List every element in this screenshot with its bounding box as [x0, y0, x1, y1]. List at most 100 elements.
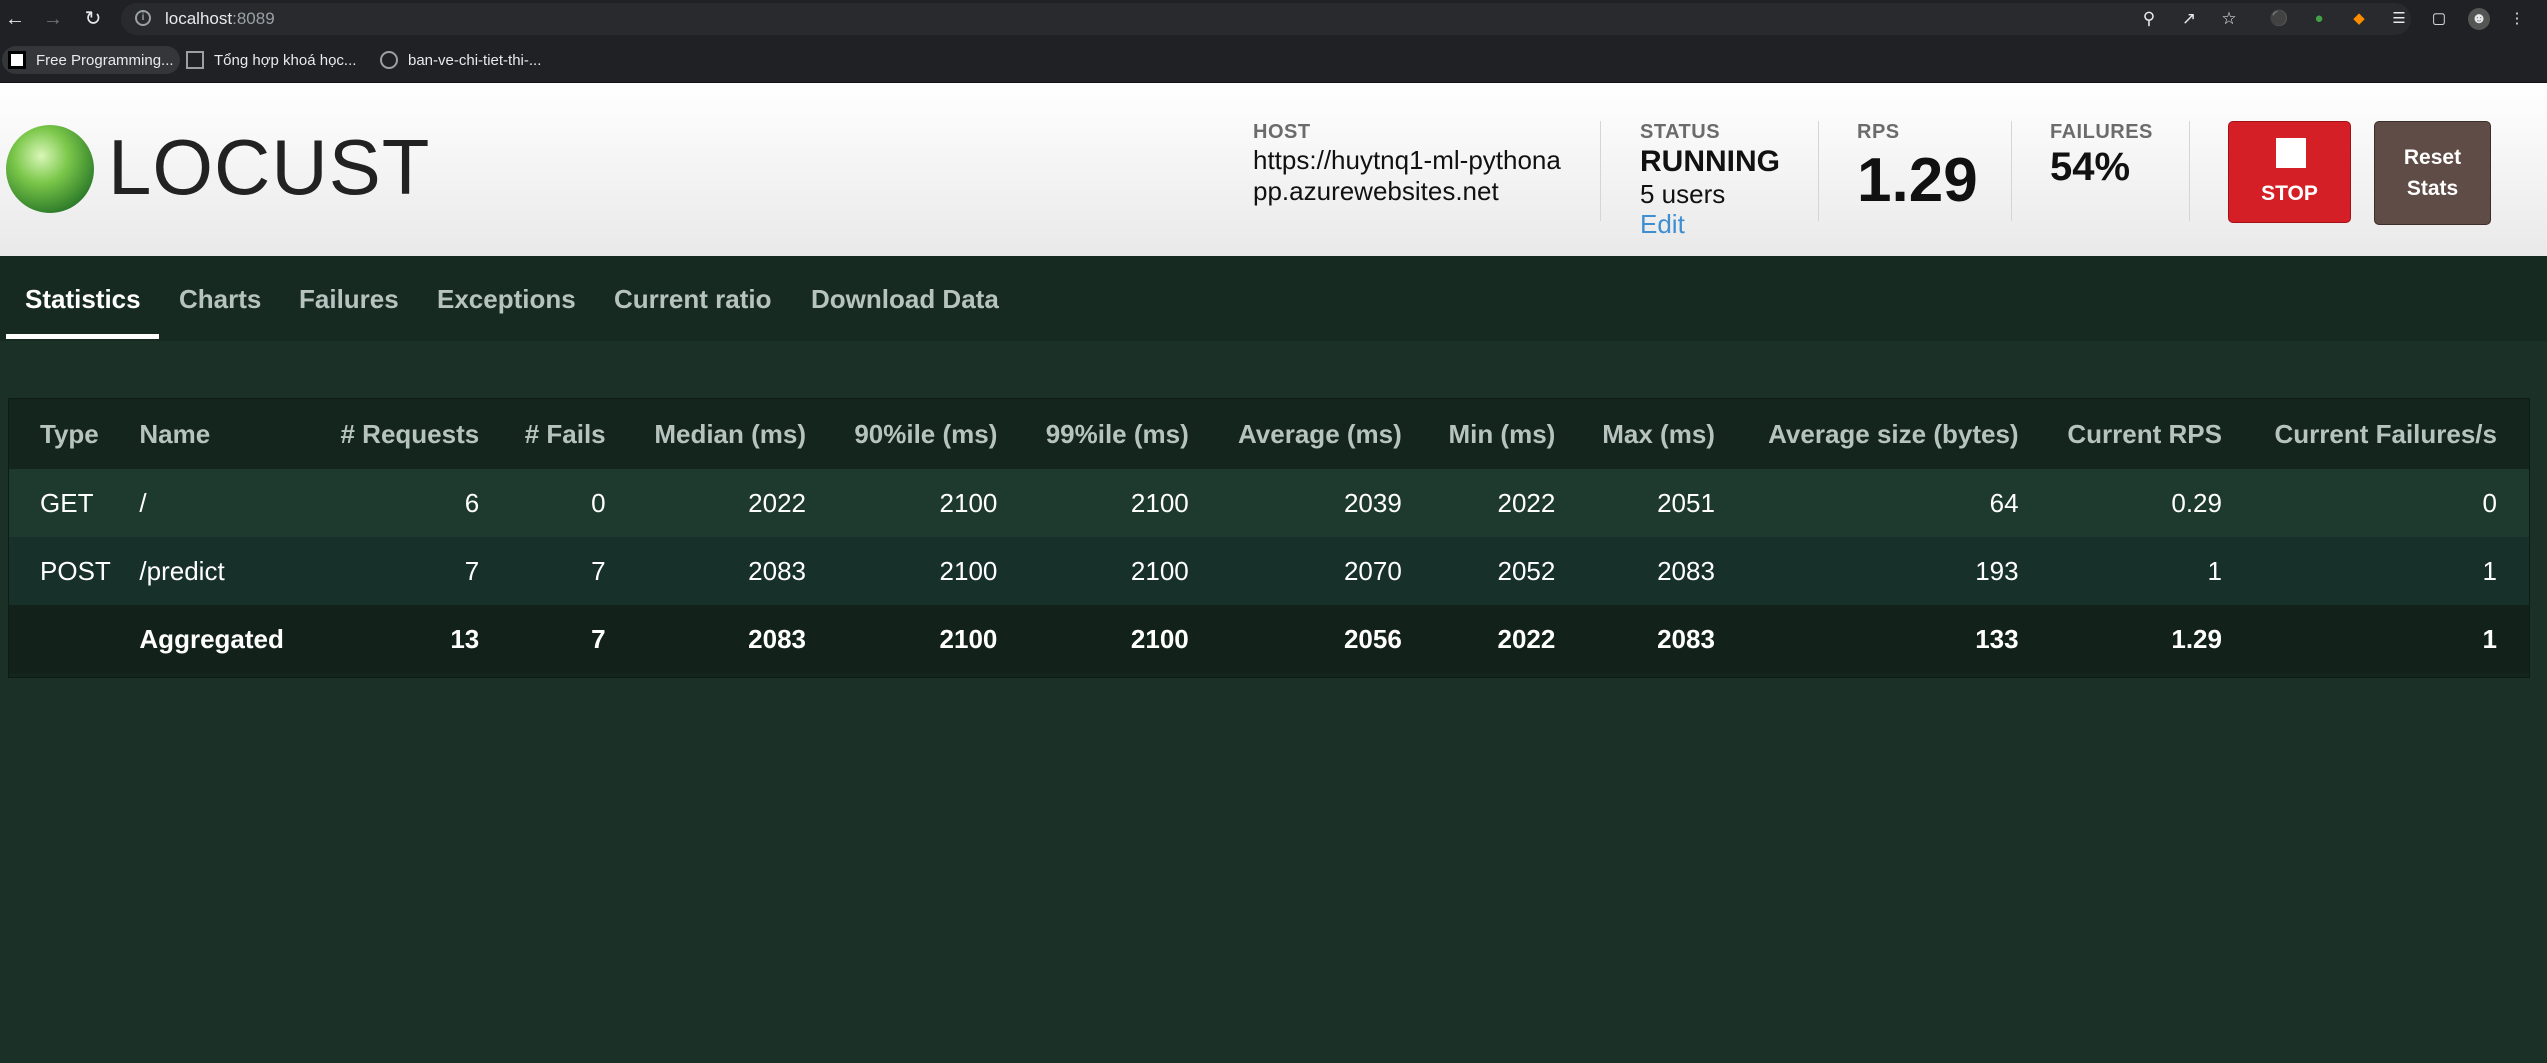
- cell-current-failures: 0: [2482, 487, 2497, 518]
- bookmark-star-icon[interactable]: ☆: [2217, 7, 2241, 31]
- cell-fails: 7: [591, 555, 606, 586]
- cell-p99: 2100: [1130, 487, 1189, 518]
- cell-name: /: [139, 487, 147, 518]
- bookmark-favicon-icon: [8, 51, 26, 69]
- divider: [1600, 121, 1601, 221]
- column-header[interactable]: Type: [9, 399, 115, 469]
- cell-average: 2056: [1343, 623, 1402, 654]
- cell-requests: 6: [464, 487, 480, 518]
- cell-type: POST: [40, 555, 111, 586]
- tab-statistics[interactable]: Statistics: [25, 284, 141, 315]
- column-header[interactable]: Max (ms): [1575, 399, 1735, 469]
- column-header[interactable]: Median (ms): [626, 399, 826, 469]
- cell-name: /predict: [139, 555, 225, 586]
- stop-icon: [2276, 138, 2306, 168]
- cell-median: 2083: [748, 623, 807, 654]
- host-value: https://huytnq1-ml-pythonapp.azurewebsit…: [1253, 145, 1561, 206]
- cell-p99: 2100: [1130, 623, 1189, 654]
- divider: [1818, 121, 1819, 221]
- bookmark-favicon-icon: [186, 51, 204, 69]
- column-header[interactable]: 99%ile (ms): [1017, 399, 1208, 469]
- failures-value: 54%: [2050, 145, 2131, 189]
- extension-color-icon[interactable]: ●: [2308, 8, 2330, 30]
- cell-fails: 0: [591, 487, 606, 518]
- cell-p90: 2100: [939, 555, 998, 586]
- cell-median: 2022: [748, 487, 807, 518]
- column-header[interactable]: Current RPS: [2039, 399, 2242, 469]
- statistics-table: Type Name # Requests # Fails Median (ms)…: [9, 399, 2529, 673]
- cell-current-failures: 1: [2482, 623, 2497, 654]
- cell-avg-size: 64: [1989, 487, 2019, 518]
- tab-charts[interactable]: Charts: [179, 284, 261, 315]
- cell-p90: 2100: [939, 487, 998, 518]
- tab-current-ratio[interactable]: Current ratio: [614, 284, 771, 315]
- cell-type: GET: [40, 487, 94, 518]
- cell-current-failures: 1: [2482, 555, 2497, 586]
- cell-current-rps: 1: [2207, 555, 2222, 586]
- active-tab-indicator: [6, 334, 159, 339]
- column-header[interactable]: Average size (bytes): [1735, 399, 2039, 469]
- reset-stats-button[interactable]: Reset Stats: [2374, 121, 2491, 225]
- bookmark-label: Free Programming...: [36, 51, 174, 69]
- stop-button[interactable]: STOP: [2228, 121, 2351, 223]
- edit-link[interactable]: Edit: [1640, 209, 1685, 240]
- cell-p90: 2100: [939, 623, 998, 654]
- locust-header: LOCUST HOST https://huytnq1-ml-pythonapp…: [0, 83, 2547, 256]
- tab-bar: Statistics Charts Failures Exceptions Cu…: [0, 256, 2547, 341]
- share-icon[interactable]: ↗: [2177, 7, 2201, 31]
- bookmark-label: ban-ve-chi-tiet-thi-...: [408, 51, 542, 69]
- profile-avatar-icon[interactable]: ☻: [2468, 8, 2490, 30]
- cell-average: 2039: [1343, 487, 1402, 518]
- zoom-icon[interactable]: ⚲: [2137, 7, 2161, 31]
- cell-requests: 13: [450, 623, 480, 654]
- cell-min: 2022: [1497, 623, 1556, 654]
- bookmark-label: Tổng hợp khoá học...: [214, 51, 357, 69]
- column-header[interactable]: 90%ile (ms): [826, 399, 1017, 469]
- cell-current-rps: 0.29: [2171, 487, 2222, 518]
- bookmark-item[interactable]: ban-ve-chi-tiet-thi-...: [380, 46, 541, 74]
- globe-icon: [380, 51, 398, 69]
- tab-download-data[interactable]: Download Data: [811, 284, 999, 315]
- tab-failures[interactable]: Failures: [299, 284, 399, 315]
- rps-label: RPS: [1857, 121, 1900, 143]
- divider: [2189, 121, 2190, 221]
- statistics-table-container: Type Name # Requests # Fails Median (ms)…: [8, 398, 2530, 678]
- host-label: HOST: [1253, 121, 1311, 143]
- site-info-icon[interactable]: i: [135, 10, 151, 26]
- column-header[interactable]: Name: [115, 399, 312, 469]
- cell-min: 2052: [1497, 555, 1556, 586]
- cell-requests: 7: [464, 555, 480, 586]
- tab-exceptions[interactable]: Exceptions: [437, 284, 576, 315]
- table-header-row: Type Name # Requests # Fails Median (ms)…: [9, 399, 2529, 469]
- bookmark-item[interactable]: Free Programming...: [2, 46, 180, 74]
- table-row: POST /predict 7 7 2083 2100 2100 2070 20…: [9, 537, 2529, 605]
- cell-min: 2022: [1497, 487, 1556, 518]
- cell-avg-size: 193: [1975, 555, 2019, 586]
- status-label: STATUS: [1640, 121, 1721, 143]
- cell-avg-size: 133: [1975, 623, 2019, 654]
- reload-icon[interactable]: ↻: [80, 6, 106, 32]
- menu-kebab-icon[interactable]: ⋮: [2506, 8, 2528, 30]
- cell-median: 2083: [748, 555, 807, 586]
- column-header[interactable]: # Fails: [499, 399, 625, 469]
- bookmark-item[interactable]: Tổng hợp khoá học...: [186, 46, 356, 74]
- column-header[interactable]: # Requests: [312, 399, 499, 469]
- puzzle-icon[interactable]: ☰: [2388, 8, 2410, 30]
- column-header[interactable]: Current Failures/s: [2242, 399, 2529, 469]
- extension-orange-icon[interactable]: ◆: [2348, 8, 2370, 30]
- column-header[interactable]: Average (ms): [1209, 399, 1422, 469]
- divider: [2011, 121, 2012, 221]
- table-row: GET / 6 0 2022 2100 2100 2039 2022 2051 …: [9, 469, 2529, 537]
- cell-max: 2083: [1657, 555, 1715, 586]
- address-bar[interactable]: i localhost:8089 ⚲ ↗ ☆: [121, 3, 2411, 35]
- column-header[interactable]: Min (ms): [1422, 399, 1576, 469]
- forward-icon[interactable]: →: [40, 6, 66, 32]
- cell-name: Aggregated: [139, 623, 284, 654]
- locust-logo-icon: [6, 125, 94, 213]
- back-icon[interactable]: ←: [2, 6, 28, 32]
- extension-red-icon[interactable]: ⚫: [2268, 8, 2290, 30]
- cell-fails: 7: [591, 623, 606, 654]
- cell-type: [9, 605, 115, 673]
- side-panel-icon[interactable]: ▢: [2428, 8, 2450, 30]
- status-value: RUNNING: [1640, 145, 1780, 178]
